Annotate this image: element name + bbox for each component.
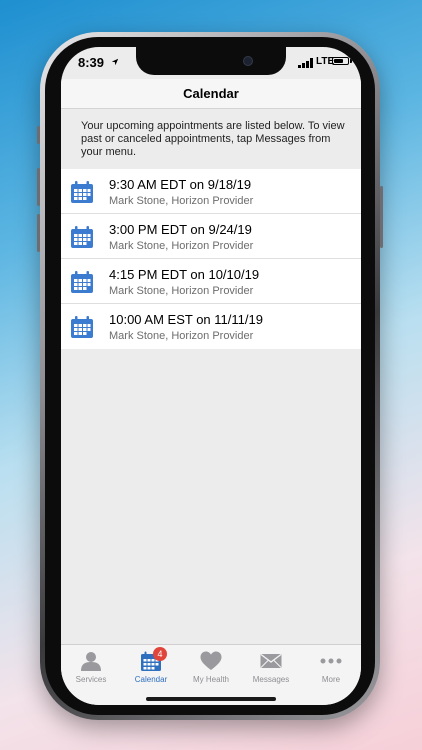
front-camera <box>243 56 253 66</box>
tab-calendar[interactable]: 4 Calendar <box>121 645 181 705</box>
appointment-datetime: 10:00 AM EST on 11/11/19 <box>109 312 263 327</box>
battery-level <box>334 59 344 63</box>
tab-label: My Health <box>192 675 229 684</box>
location-arrow-icon <box>111 58 119 66</box>
home-indicator[interactable] <box>146 697 276 701</box>
volume-up-button <box>37 168 40 206</box>
tab-label: Messages <box>252 675 290 684</box>
power-button <box>380 186 383 248</box>
battery-icon <box>332 57 349 65</box>
more-dots-icon <box>320 658 342 664</box>
info-message: Your upcoming appointments are listed be… <box>61 109 361 169</box>
appointment-datetime: 4:15 PM EDT on 10/10/19 <box>109 267 260 282</box>
tab-my-health[interactable]: My Health <box>181 645 241 705</box>
notification-badge: 4 <box>153 647 167 661</box>
tab-messages[interactable]: Messages <box>241 645 301 705</box>
appointment-provider: Mark Stone, Horizon Provider <box>109 195 254 207</box>
appointment-list: 9:30 AM EDT on 9/18/19 Mark Stone, Horiz… <box>61 169 361 349</box>
battery-cap <box>350 59 352 63</box>
signal-strength-icon <box>298 58 313 68</box>
appointment-row[interactable]: 3:00 PM EDT on 9/24/19 Mark Stone, Horiz… <box>61 214 361 259</box>
appointment-provider: Mark Stone, Horizon Provider <box>109 330 254 342</box>
calendar-icon <box>71 271 93 293</box>
mute-switch <box>37 126 40 144</box>
screen: 8:39 LTE Calendar Your upcoming appointm… <box>61 47 361 705</box>
appointment-provider: Mark Stone, Horizon Provider <box>109 285 254 297</box>
tab-bar: Services 4 Calendar My Health Messages M… <box>61 644 361 705</box>
appointment-row[interactable]: 9:30 AM EDT on 9/18/19 Mark Stone, Horiz… <box>61 169 361 214</box>
person-icon <box>81 652 101 671</box>
notch <box>136 47 286 75</box>
tab-label: Services <box>75 675 107 684</box>
heart-icon <box>200 651 222 670</box>
calendar-icon <box>71 226 93 248</box>
tab-label: Calendar <box>134 675 168 684</box>
calendar-icon <box>71 181 93 203</box>
envelope-icon <box>260 653 282 668</box>
volume-down-button <box>37 214 40 252</box>
appointment-datetime: 9:30 AM EDT on 9/18/19 <box>109 177 252 192</box>
nav-bar: Calendar <box>61 79 361 109</box>
appointment-row[interactable]: 10:00 AM EST on 11/11/19 Mark Stone, Hor… <box>61 304 361 349</box>
appointment-row[interactable]: 4:15 PM EDT on 10/10/19 Mark Stone, Hori… <box>61 259 361 304</box>
tab-more[interactable]: More <box>301 645 361 705</box>
appointment-datetime: 3:00 PM EDT on 9/24/19 <box>109 222 252 237</box>
appointment-provider: Mark Stone, Horizon Provider <box>109 240 254 252</box>
status-time: 8:39 <box>78 55 105 70</box>
tab-services[interactable]: Services <box>61 645 121 705</box>
tab-label: More <box>321 675 341 684</box>
calendar-icon <box>71 316 93 338</box>
page-title: Calendar <box>183 86 239 101</box>
